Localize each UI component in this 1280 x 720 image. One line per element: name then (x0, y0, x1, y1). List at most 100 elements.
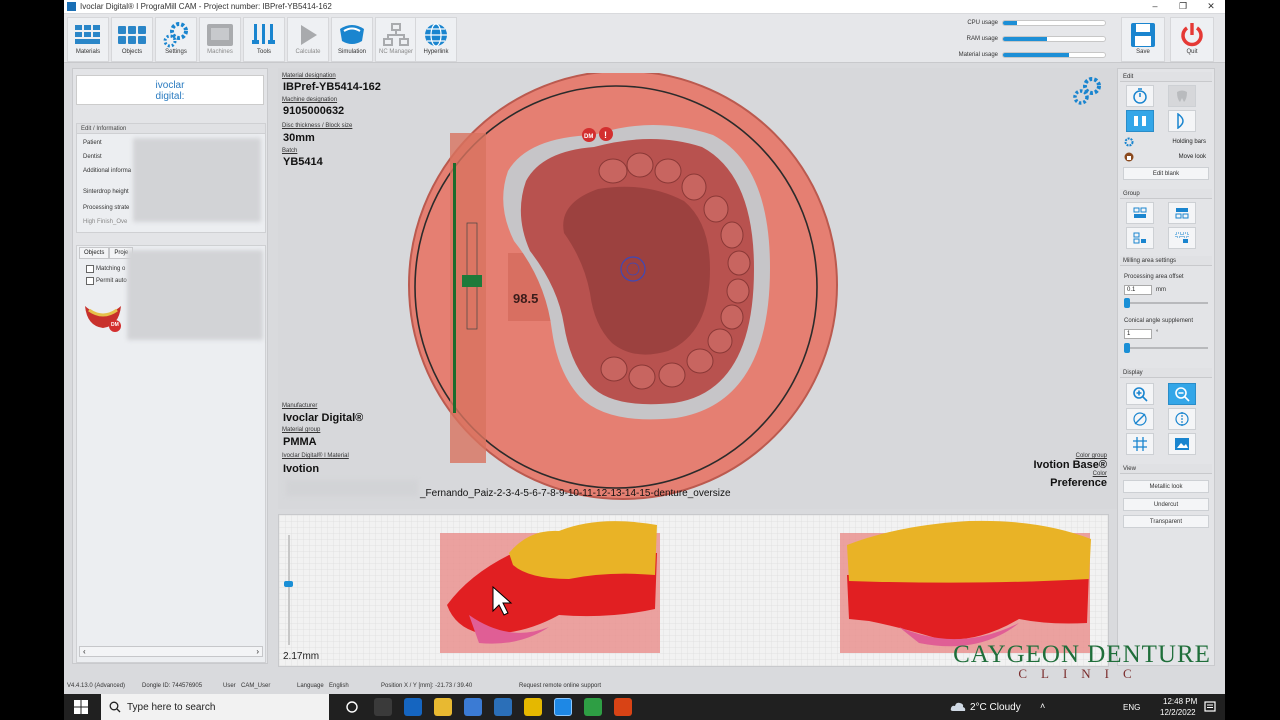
gear-icon (161, 21, 191, 48)
section-button[interactable] (1168, 408, 1196, 430)
taskbar-app-mail[interactable] (494, 698, 512, 716)
processing-strategy-label: Processing strate (83, 205, 130, 211)
move-look-row[interactable]: Move look (1124, 152, 1210, 163)
group-add-button[interactable] (1126, 202, 1154, 224)
taskbar-app-store[interactable] (464, 698, 482, 716)
maximize-button[interactable]: ❐ (1169, 0, 1197, 12)
simulation-button[interactable]: Simulation (331, 17, 373, 62)
warning-badge-text: ! (604, 130, 607, 140)
move-shape-button[interactable] (1168, 110, 1196, 132)
conical-angle-input[interactable]: 1 (1124, 329, 1152, 339)
simulation-label: Simulation (337, 49, 366, 55)
zoom-in-icon (1133, 387, 1148, 402)
weather-text[interactable]: 2°C Cloudy (970, 702, 1021, 713)
taskbar-app-multitask[interactable] (374, 698, 392, 716)
dongle-id: Dongle ID: 744576905 (142, 683, 203, 689)
main-viewport[interactable]: Material designation IBPref-YB5414-162 M… (278, 68, 1119, 509)
language-dropdown[interactable]: English (329, 683, 349, 689)
machines-button[interactable]: Machines (199, 17, 241, 62)
group-remove-button[interactable] (1168, 202, 1196, 224)
windows-start-icon[interactable] (74, 700, 88, 714)
edit-blank-button[interactable]: Edit blank (1123, 167, 1209, 180)
windows-taskbar: Type here to search 2°C Cloudy ˄ ENG 12:… (64, 694, 1225, 720)
screenshot-button[interactable] (1168, 433, 1196, 455)
matching-checkbox-label: Matching o (96, 266, 126, 272)
gear-settings-icon[interactable] (1072, 76, 1104, 106)
save-button[interactable]: Save (1121, 17, 1165, 62)
taskbar-app-programill[interactable] (554, 698, 572, 716)
group-unlink-button[interactable] (1168, 227, 1196, 249)
objects-section: Objects Proje Matching o Permit auto DM … (76, 245, 266, 663)
disc-scene[interactable]: 98.5 DM ! (398, 73, 848, 503)
conical-angle-unit: ° (1156, 330, 1159, 336)
processing-offset-slider-thumb[interactable] (1124, 298, 1130, 308)
group-link-button[interactable] (1126, 227, 1154, 249)
tools-button[interactable]: Tools (243, 17, 285, 62)
taskbar-app-camtasia[interactable] (584, 698, 602, 716)
title-bar: Ivoclar Digital® I PrograMill CAM - Proj… (64, 0, 1225, 13)
user-dropdown[interactable]: CAM_User (241, 683, 270, 689)
remote-support-link[interactable]: Request remote online support (519, 683, 601, 689)
grid-button[interactable] (1126, 433, 1154, 455)
hyperlink-button[interactable]: Hyperlink (415, 17, 457, 62)
d-shape-icon (1177, 113, 1184, 129)
user-label: User (223, 683, 236, 689)
object-thumbnail[interactable]: DM (83, 300, 123, 334)
processing-offset-input[interactable]: 0.1 (1124, 285, 1152, 295)
minimize-button[interactable]: – (1141, 0, 1169, 12)
simulation-icon (337, 21, 367, 48)
color-group-value: Ivotion Base® (1033, 459, 1107, 471)
matching-checkbox[interactable]: Matching o (86, 265, 125, 273)
stopwatch-button[interactable] (1126, 85, 1154, 107)
settings-button[interactable]: Settings (155, 17, 197, 62)
undercut-button[interactable]: Undercut (1123, 498, 1209, 511)
taskbar-search[interactable]: Type here to search (101, 694, 329, 720)
transparent-button[interactable]: Transparent (1123, 515, 1209, 528)
tab-objects[interactable]: Objects (79, 247, 110, 259)
tooth-lock-button[interactable] (1168, 85, 1196, 107)
matching-checkbox-box[interactable] (86, 265, 94, 273)
material-label: Ivoclar Digital® I Material (282, 453, 349, 459)
material-usage-label: Material usage (958, 51, 998, 58)
measure-button[interactable] (1126, 408, 1154, 430)
zoom-in-button[interactable] (1126, 383, 1154, 405)
close-button[interactable]: ✕ (1197, 0, 1225, 12)
clock-time[interactable]: 12:48 PM (1163, 697, 1197, 706)
conical-angle-slider[interactable] (1124, 343, 1208, 353)
nc-manager-icon (381, 21, 411, 48)
task-view-icon[interactable] (346, 701, 358, 713)
scroll-left-arrow[interactable]: ‹ (83, 647, 86, 656)
taskbar-app-notes[interactable] (524, 698, 542, 716)
notification-icon[interactable] (1204, 701, 1216, 713)
clock-date[interactable]: 12/2/2022 (1160, 708, 1196, 717)
ram-usage-label: RAM usage (966, 35, 998, 42)
conical-angle-slider-thumb[interactable] (1124, 343, 1130, 353)
taskbar-app-outlook[interactable] (404, 698, 422, 716)
tray-chevron-icon[interactable]: ˄ (1040, 701, 1045, 711)
holding-bars-toggle[interactable] (1126, 110, 1154, 132)
calculate-button[interactable]: Calculate (287, 17, 329, 62)
holding-bars-icon (1134, 116, 1146, 126)
permit-auto-checkbox-box[interactable] (86, 277, 94, 285)
materials-button[interactable]: Materials (67, 17, 109, 62)
permit-auto-checkbox[interactable]: Permit auto (86, 277, 127, 285)
nc-manager-button[interactable]: NC Manager (375, 17, 417, 62)
holding-bars-row[interactable]: Holding bars (1124, 137, 1210, 148)
metallic-look-button[interactable]: Metallic look (1123, 480, 1209, 493)
taskbar-app-recorder[interactable] (614, 698, 632, 716)
scroll-right-arrow[interactable]: › (256, 647, 259, 656)
left-panel: ivoclar digital: Edit / Information Pati… (72, 68, 268, 664)
horizontal-scrollbar[interactable]: ‹ › (79, 646, 263, 657)
edit-information-header: Edit / Information (77, 124, 265, 134)
processing-strategy-value[interactable]: High Finish_Ove (83, 219, 127, 225)
disc-thickness-value: 30mm (283, 132, 315, 144)
quit-button[interactable]: Quit (1170, 17, 1214, 62)
processing-offset-slider[interactable] (1124, 298, 1208, 308)
objects-button[interactable]: Objects (111, 17, 153, 62)
taskbar-app-explorer[interactable] (434, 698, 452, 716)
language-indicator[interactable]: ENG (1123, 703, 1140, 712)
disc-overlay-value: 98.5 (513, 291, 538, 306)
zoom-out-button[interactable] (1168, 383, 1196, 405)
dentist-label: Dentist (83, 154, 102, 160)
ram-usage-bar (1002, 35, 1106, 42)
